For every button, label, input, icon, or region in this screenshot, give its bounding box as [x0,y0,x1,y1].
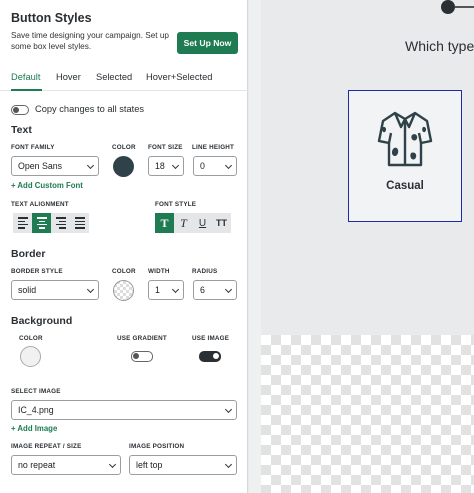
image-repeat-select[interactable]: no repeat [11,455,121,475]
panel-description: Save time designing your campaign. Set u… [11,31,169,51]
font-family-label: FONT FAMILY [11,144,55,151]
font-style-label: FONT STYLE [155,201,197,208]
answer-card-casual[interactable]: Casual [348,90,462,222]
copy-changes-toggle[interactable] [11,105,29,115]
chevron-down-icon [224,405,233,414]
align-left-button[interactable] [13,213,32,233]
border-width-select[interactable]: 1 [148,280,184,300]
chevron-down-icon [86,285,95,294]
use-image-toggle[interactable] [199,351,221,362]
border-width-label: WIDTH [148,268,170,275]
image-position-label: IMAGE POSITION [129,443,185,450]
font-style-group: T T U TT [155,213,231,233]
chevron-down-icon [108,460,117,469]
tab-hover[interactable]: Hover [56,72,81,82]
border-section-title: Border [11,248,46,260]
set-up-now-button[interactable]: Set Up Now [177,32,238,54]
use-gradient-label: USE GRADIENT [117,335,167,342]
border-color-label: COLOR [112,268,136,275]
question-title: Which type [405,38,474,54]
tab-default[interactable]: Default [11,72,40,82]
shirt-icon [377,111,433,167]
active-tab-indicator [11,89,42,91]
image-repeat-label: IMAGE REPEAT / SIZE [11,443,82,450]
use-gradient-toggle[interactable] [131,351,153,362]
chevron-down-icon [86,161,95,170]
progress-dot [441,0,455,14]
select-image-label: SELECT IMAGE [11,388,61,395]
uppercase-button[interactable]: TT [212,213,231,233]
underline-button[interactable]: U [193,213,212,233]
copy-changes-label: Copy changes to all states [35,104,145,114]
panel-title: Button Styles [11,11,92,25]
font-size-select[interactable]: 18 [148,156,184,176]
panel-divider [249,0,261,493]
align-justify-button[interactable] [70,213,89,233]
text-color-swatch[interactable] [113,156,134,177]
tab-hover-selected[interactable]: Hover+Selected [146,72,212,82]
chevron-down-icon [224,161,233,170]
text-alignment-group [13,213,89,233]
italic-button[interactable]: T [174,213,193,233]
line-height-select[interactable]: 0 [193,156,237,176]
border-color-swatch[interactable] [113,280,134,301]
image-position-select[interactable]: left top [129,455,237,475]
transparent-background [261,335,474,493]
add-custom-font-link[interactable]: + Add Custom Font [11,181,83,190]
add-image-link[interactable]: + Add Image [11,424,57,433]
align-center-button[interactable] [32,213,51,233]
text-section-title: Text [11,124,32,136]
use-image-label: USE IMAGE [192,335,230,342]
line-height-label: LINE HEIGHT [192,144,235,151]
image-select[interactable]: IC_4.png [11,400,237,420]
chevron-down-icon [171,285,180,294]
border-style-select[interactable]: solid [11,280,99,300]
chevron-down-icon [224,285,233,294]
text-color-label: COLOR [112,144,136,151]
font-size-label: FONT SIZE [148,144,183,151]
border-radius-label: RADIUS [192,268,218,275]
tab-selected[interactable]: Selected [96,72,132,82]
border-radius-select[interactable]: 6 [193,280,237,300]
align-right-button[interactable] [51,213,70,233]
progress-line [455,6,474,8]
background-color-swatch[interactable] [20,346,41,367]
background-color-label: COLOR [19,335,43,342]
chevron-down-icon [224,460,233,469]
bold-button[interactable]: T [155,213,174,233]
chevron-down-icon [171,161,180,170]
state-tabs: Default Hover Selected Hover+Selected [0,70,248,91]
answer-card-label: Casual [386,180,424,192]
background-section-title: Background [11,315,73,327]
font-family-select[interactable]: Open Sans [11,156,99,176]
text-alignment-label: TEXT ALIGNMENT [11,201,69,208]
button-styles-panel: Button Styles Save time designing your c… [0,0,248,493]
border-style-label: BORDER STYLE [11,268,63,275]
